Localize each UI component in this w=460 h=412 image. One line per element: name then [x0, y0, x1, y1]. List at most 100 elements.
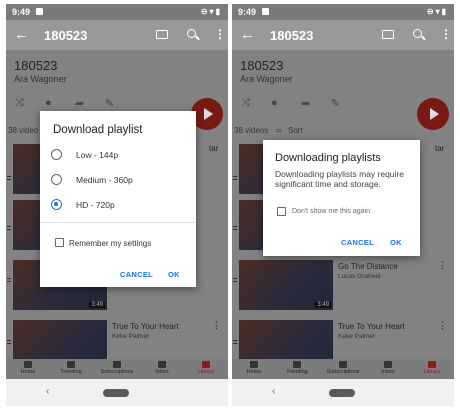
radio-button[interactable]: [51, 149, 62, 160]
more-vert-icon[interactable]: ⋮: [440, 27, 452, 41]
sort-icon[interactable]: ═: [276, 126, 282, 135]
nav-home[interactable]: Home: [234, 359, 274, 375]
home-icon: [24, 361, 32, 368]
play-icon[interactable]: [417, 98, 449, 130]
drag-handle-icon[interactable]: [233, 176, 237, 180]
video-channel: Lucas Grabeel: [338, 273, 381, 280]
home-icon: [250, 361, 258, 368]
app-bar: ← 180523 ⋮: [232, 20, 454, 50]
drag-handle-icon[interactable]: [7, 226, 11, 230]
nav-subscriptions[interactable]: Subscriptions: [97, 359, 137, 375]
playlist-title: 180523: [240, 58, 284, 73]
dont-show-label: Don't show me this again: [292, 208, 370, 215]
sort-label[interactable]: Sort: [288, 126, 303, 135]
status-time: 9:49: [12, 7, 31, 17]
option-label: Medium - 360p: [76, 175, 133, 185]
back-arrow-icon[interactable]: ←: [14, 26, 29, 43]
video-count: 38 videos: [234, 126, 269, 135]
playlist-author: Ara Wagoner: [14, 74, 67, 84]
system-back-icon[interactable]: ‹: [272, 386, 275, 397]
partial-video-title: tar: [435, 144, 445, 153]
status-bar: 9:49 ⊖▾▮: [6, 4, 228, 20]
status-bar: 9:49 ⊖▾▮: [232, 4, 454, 20]
video-duration: 3:49: [89, 302, 105, 308]
inbox-icon: [158, 361, 166, 368]
library-icon: [428, 361, 436, 368]
trending-icon: [67, 361, 75, 368]
share-icon[interactable]: ➦: [75, 97, 84, 110]
video-channel: Keke Palmer: [338, 333, 376, 340]
drag-handle-icon[interactable]: [233, 340, 237, 344]
phone-screen-right: 9:49 ⊖▾▮ ← 180523 ⋮ 180523 Ara Wagoner ⤨…: [232, 4, 454, 406]
search-icon[interactable]: [413, 29, 422, 38]
account-icon[interactable]: ●: [271, 97, 278, 109]
subscriptions-icon: [339, 361, 347, 368]
status-icons: ⊖▾▮: [426, 7, 448, 16]
system-home-pill[interactable]: [103, 389, 129, 397]
remember-checkbox[interactable]: [55, 238, 64, 247]
more-vert-icon[interactable]: ⋮: [214, 27, 226, 41]
search-icon[interactable]: [187, 29, 196, 38]
notification-icon: [262, 8, 269, 15]
appbar-title: 180523: [270, 28, 314, 43]
nav-trending[interactable]: Trending: [277, 359, 317, 375]
nav-inbox[interactable]: Inbox: [142, 359, 182, 375]
dialog-body: Downloading playlists may require signif…: [275, 169, 404, 189]
app-bar: ← 180523 ⋮: [6, 20, 228, 50]
library-icon: [202, 361, 210, 368]
ok-button[interactable]: OK: [168, 270, 180, 279]
more-vert-icon[interactable]: ⋮: [438, 260, 447, 271]
video-thumbnail[interactable]: 3:49: [239, 260, 333, 310]
partial-video-title: tar: [209, 144, 219, 153]
video-title[interactable]: True To Your Heart: [112, 322, 179, 331]
dont-show-checkbox[interactable]: [277, 207, 286, 216]
drag-handle-icon[interactable]: [7, 278, 11, 282]
edit-icon[interactable]: ✎: [331, 97, 340, 110]
cancel-button[interactable]: CANCEL: [341, 238, 374, 247]
system-home-pill[interactable]: [329, 389, 355, 397]
nav-library[interactable]: Library: [412, 359, 452, 375]
edit-icon[interactable]: ✎: [105, 97, 114, 110]
ok-button[interactable]: OK: [390, 238, 402, 247]
video-title[interactable]: True To Your Heart: [338, 322, 405, 331]
drag-handle-icon[interactable]: [233, 226, 237, 230]
playlist-title: 180523: [14, 58, 58, 73]
shuffle-icon[interactable]: ⤨: [15, 97, 24, 110]
drag-handle-icon[interactable]: [7, 340, 11, 344]
nav-home[interactable]: Home: [8, 359, 48, 375]
cast-icon[interactable]: [382, 30, 394, 39]
nav-trending[interactable]: Trending: [51, 359, 91, 375]
back-arrow-icon[interactable]: ←: [240, 26, 255, 43]
notification-icon: [36, 8, 43, 15]
nav-library[interactable]: Library: [186, 359, 226, 375]
trending-icon: [293, 361, 301, 368]
playlist-author: Ara Wagoner: [240, 74, 293, 84]
account-icon[interactable]: ●: [45, 97, 52, 109]
drag-handle-icon[interactable]: [7, 176, 11, 180]
video-channel: Keke Palmer: [112, 333, 150, 340]
dialog-title: Download playlist: [53, 124, 143, 136]
drag-handle-icon[interactable]: [233, 278, 237, 282]
download-playlist-dialog: Download playlist Low - 144p Medium - 36…: [40, 111, 196, 287]
remember-label: Remember my settings: [69, 239, 152, 248]
option-label: Low - 144p: [76, 150, 119, 160]
cast-icon[interactable]: [156, 30, 168, 39]
dialog-divider: [40, 222, 196, 223]
nav-inbox[interactable]: Inbox: [368, 359, 408, 375]
radio-button[interactable]: [51, 174, 62, 185]
more-vert-icon[interactable]: ⋮: [438, 320, 447, 331]
option-label: HD - 720p: [76, 200, 115, 210]
dialog-title: Downloading playlists: [275, 152, 381, 164]
nav-subscriptions[interactable]: Subscriptions: [323, 359, 363, 375]
inbox-icon: [384, 361, 392, 368]
status-icons: ⊖▾▮: [200, 7, 222, 16]
system-back-icon[interactable]: ‹: [46, 386, 49, 397]
radio-button-selected[interactable]: [51, 199, 62, 210]
share-icon[interactable]: ➦: [301, 97, 310, 110]
more-vert-icon[interactable]: ⋮: [212, 320, 221, 331]
cancel-button[interactable]: CANCEL: [120, 270, 153, 279]
bottom-nav: Home Trending Subscriptions Inbox Librar…: [232, 359, 454, 379]
phone-screen-left: 9:49 ⊖▾▮ ← 180523 ⋮ 180523 Ara Wagoner ⤨…: [6, 4, 228, 406]
shuffle-icon[interactable]: ⤨: [241, 97, 250, 110]
video-title[interactable]: Go The Distance: [338, 262, 398, 271]
